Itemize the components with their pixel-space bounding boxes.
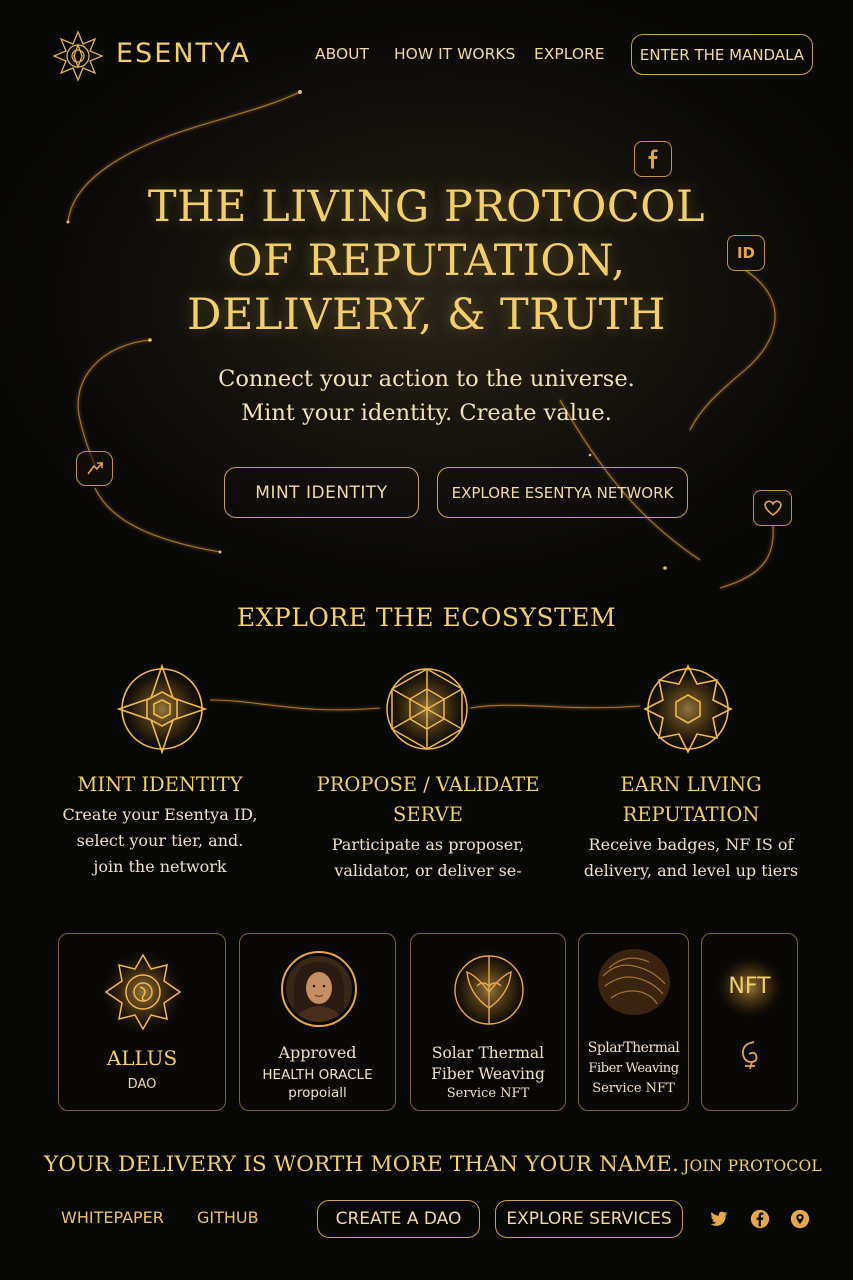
facebook-icon[interactable] bbox=[634, 141, 672, 177]
card-solar-thermal[interactable]: Solar Thermal Fiber Weaving Service NFT bbox=[410, 933, 566, 1111]
brand-name[interactable]: ESENTYA bbox=[116, 38, 251, 69]
mint-identity-sigil-icon bbox=[115, 662, 209, 756]
join-protocol-link[interactable]: JOIN PROTOCOL bbox=[683, 1157, 822, 1175]
card-health-oracle[interactable]: Approved HEALTH ORACLE propoiall bbox=[239, 933, 396, 1111]
esentya-logo-icon[interactable] bbox=[52, 30, 104, 82]
ecosystem-propose-validate: PROPOSE / VALIDATE SERVE Participate as … bbox=[316, 773, 540, 880]
mint-identity-button[interactable]: MINT IDENTITY bbox=[224, 467, 419, 518]
share-icon[interactable] bbox=[76, 451, 113, 486]
propose-validate-sigil-icon bbox=[380, 662, 474, 756]
card-nft[interactable]: NFT bbox=[701, 933, 798, 1111]
swirl-icon bbox=[742, 1041, 758, 1070]
enter-mandala-button[interactable]: ENTER THE MANDALA bbox=[631, 34, 813, 75]
explore-services-button[interactable]: EXPLORE SERVICES bbox=[495, 1200, 683, 1238]
earn-reputation-sigil-icon bbox=[641, 662, 735, 756]
tagline: YOUR DELIVERY IS WORTH MORE THAN YOUR NA… bbox=[44, 1152, 822, 1177]
hero-subtitle: Connect your action to the universe. Min… bbox=[218, 366, 635, 426]
allus-sigil-icon bbox=[100, 949, 186, 1035]
weaving-sigil-icon bbox=[447, 946, 531, 1034]
create-dao-button[interactable]: CREATE A DAO bbox=[317, 1200, 480, 1238]
ecosystem-mint-identity: MINT IDENTITY Create your Esentya ID, se… bbox=[62, 773, 258, 876]
nav-about[interactable]: ABOUT bbox=[315, 45, 369, 63]
explore-network-button[interactable]: EXPLORE ESENTYA NETWORK bbox=[437, 467, 688, 518]
nav-how-it-works[interactable]: HOW IT WORKS bbox=[394, 45, 515, 63]
ecosystem-title: EXPLORE THE ECOSYSTEM bbox=[236, 603, 617, 632]
twitter-icon[interactable] bbox=[707, 1208, 729, 1230]
telegram-icon[interactable] bbox=[789, 1208, 811, 1230]
whitepaper-link[interactable]: WHITEPAPER bbox=[61, 1208, 164, 1227]
textile-sample-icon bbox=[598, 949, 670, 1015]
card-allus-dao[interactable]: ALLUS DAO bbox=[58, 933, 226, 1111]
card-splar-thermal[interactable]: SplarThermal Fiber Weaving Service NFT bbox=[578, 933, 689, 1111]
ecosystem-earn-reputation: EARN LIVING REPUTATION Receive badges, N… bbox=[583, 773, 799, 880]
heart-icon[interactable] bbox=[753, 490, 792, 526]
facebook-circle-icon[interactable] bbox=[749, 1208, 771, 1230]
github-link[interactable]: GITHUB bbox=[197, 1208, 259, 1227]
nav-explore[interactable]: EXPLORE bbox=[534, 45, 605, 63]
hero-title: THE LIVING PROTOCOL OF REPUTATION, DELIV… bbox=[147, 182, 706, 340]
avatar bbox=[281, 951, 357, 1027]
